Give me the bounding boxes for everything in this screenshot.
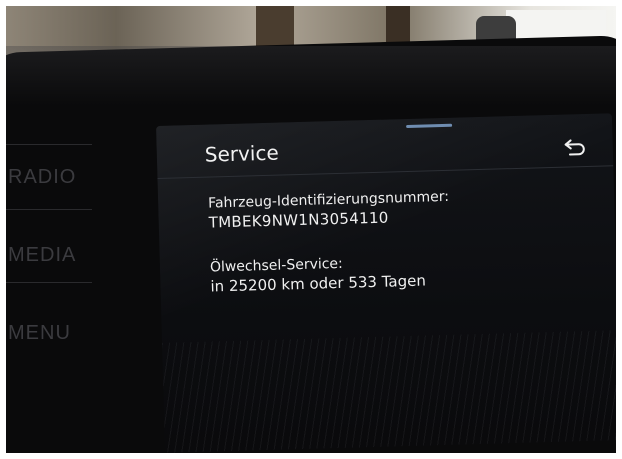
media-button[interactable]: MEDIA xyxy=(6,224,92,284)
radio-button-label: RADIO xyxy=(8,166,77,188)
page-title: Service xyxy=(204,140,280,167)
media-button-label: MEDIA xyxy=(8,244,77,266)
menu-button[interactable]: MENU xyxy=(6,302,92,362)
back-arrow-icon xyxy=(564,139,585,156)
button-divider xyxy=(6,209,92,210)
service-info: Fahrzeug-Identifizierungsnummer: TMBEK9N… xyxy=(208,188,452,297)
infotainment-screen: Service Fahrzeug-Identifizierungsnummer:… xyxy=(156,113,616,453)
button-divider xyxy=(6,144,92,145)
photo-frame: RADIO MEDIA MENU Service Fahrzeug-Identi… xyxy=(6,6,616,453)
radio-button[interactable]: RADIO xyxy=(6,146,92,206)
menu-button-label: MENU xyxy=(8,322,71,344)
screen-reflection xyxy=(162,330,616,453)
bezel-sheen xyxy=(6,46,616,106)
button-divider xyxy=(6,282,92,283)
back-button[interactable] xyxy=(561,136,588,159)
